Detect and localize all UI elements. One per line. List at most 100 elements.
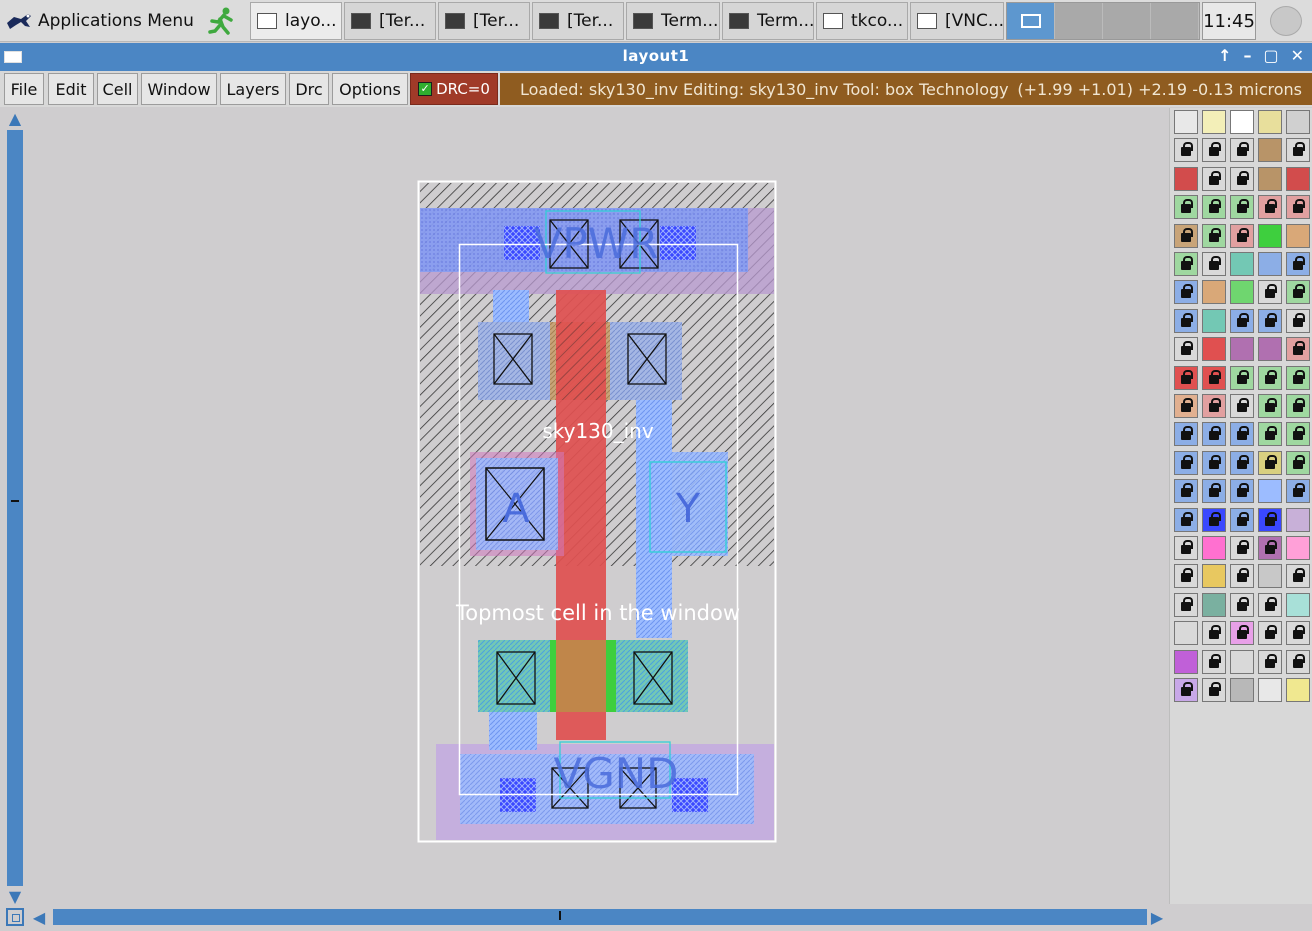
menu-edit[interactable]: Edit: [48, 73, 94, 105]
layer-swatch[interactable]: [1258, 337, 1282, 362]
workspace-1[interactable]: [1007, 3, 1055, 39]
layer-swatch[interactable]: [1258, 223, 1282, 248]
layer-swatch[interactable]: [1258, 280, 1282, 305]
layer-swatch[interactable]: [1202, 592, 1226, 617]
menu-cell[interactable]: Cell: [97, 73, 138, 105]
layer-swatch[interactable]: [1202, 422, 1226, 447]
layer-swatch[interactable]: [1286, 678, 1310, 702]
layer-swatch[interactable]: [1258, 592, 1282, 617]
layer-swatch[interactable]: [1230, 252, 1254, 276]
workspace-4[interactable]: [1151, 3, 1199, 39]
layer-swatch[interactable]: [1286, 649, 1310, 674]
layer-swatch[interactable]: [1202, 252, 1226, 276]
workspace-2[interactable]: [1055, 3, 1103, 39]
layer-swatch[interactable]: [1202, 365, 1226, 390]
layer-swatch[interactable]: [1202, 507, 1226, 532]
layer-swatch[interactable]: [1258, 507, 1282, 532]
close-icon[interactable]: ✕: [1291, 46, 1304, 65]
menu-file[interactable]: File: [4, 73, 44, 105]
menu-layers[interactable]: Layers: [220, 73, 286, 105]
layer-swatch[interactable]: [1286, 308, 1310, 333]
layer-swatch[interactable]: [1174, 507, 1198, 532]
layer-swatch[interactable]: [1286, 252, 1310, 276]
layer-swatch[interactable]: [1230, 592, 1254, 617]
scroll-left-arrow-icon[interactable]: ◀: [29, 907, 49, 927]
layer-swatch[interactable]: [1258, 649, 1282, 674]
layer-swatch[interactable]: [1202, 337, 1226, 362]
layer-swatch[interactable]: [1258, 110, 1282, 134]
window-titlebar[interactable]: layout1 ↑ – ▢ ✕: [0, 43, 1312, 71]
menu-options[interactable]: Options: [332, 73, 408, 105]
layer-swatch[interactable]: [1174, 394, 1198, 418]
layer-swatch[interactable]: [1174, 280, 1198, 305]
layer-swatch[interactable]: [1286, 479, 1310, 504]
layer-swatch[interactable]: [1286, 138, 1310, 163]
layer-swatch[interactable]: [1286, 223, 1310, 248]
layer-swatch[interactable]: [1174, 592, 1198, 617]
layer-swatch[interactable]: [1174, 195, 1198, 220]
layer-swatch[interactable]: [1174, 450, 1198, 475]
task-layout[interactable]: layo...: [250, 2, 342, 40]
horizontal-scrollbar[interactable]: ◀ ▶: [5, 906, 1170, 928]
minimize-icon[interactable]: –: [1243, 46, 1251, 65]
layer-swatch[interactable]: [1174, 564, 1198, 589]
layer-swatch[interactable]: [1286, 195, 1310, 220]
task-terminal-3[interactable]: [Ter...: [532, 2, 624, 40]
layer-swatch[interactable]: [1230, 450, 1254, 475]
layer-swatch[interactable]: [1258, 450, 1282, 475]
task-terminal-5[interactable]: Term...: [722, 2, 814, 40]
layer-swatch[interactable]: [1258, 422, 1282, 447]
task-terminal-2[interactable]: [Ter...: [438, 2, 530, 40]
layer-swatch[interactable]: [1230, 166, 1254, 191]
layer-swatch[interactable]: [1258, 138, 1282, 163]
applications-menu[interactable]: Applications Menu: [4, 4, 194, 38]
layer-swatch[interactable]: [1230, 308, 1254, 333]
layer-swatch[interactable]: [1258, 564, 1282, 589]
layer-swatch[interactable]: [1202, 394, 1226, 418]
layout-canvas[interactable]: VPWR VGND A Y sky130_inv Topmost cell in…: [28, 108, 1168, 904]
vertical-scrollbar[interactable]: ▲ ▼: [5, 108, 25, 906]
layer-swatch[interactable]: [1286, 280, 1310, 305]
layer-swatch[interactable]: [1230, 337, 1254, 362]
layer-swatch[interactable]: [1230, 223, 1254, 248]
layer-swatch[interactable]: [1174, 337, 1198, 362]
layer-swatch[interactable]: [1258, 308, 1282, 333]
layer-swatch[interactable]: [1286, 422, 1310, 447]
layer-swatch[interactable]: [1230, 394, 1254, 418]
layer-swatch[interactable]: [1286, 365, 1310, 390]
scroll-right-arrow-icon[interactable]: ▶: [1147, 907, 1167, 927]
layer-swatch[interactable]: [1258, 166, 1282, 191]
tray-icon[interactable]: [1270, 6, 1302, 36]
layer-swatch[interactable]: [1174, 308, 1198, 333]
raise-icon[interactable]: ↑: [1218, 46, 1231, 65]
layer-swatch[interactable]: [1174, 536, 1198, 560]
layer-swatch[interactable]: [1174, 252, 1198, 276]
layer-swatch[interactable]: [1230, 138, 1254, 163]
layer-swatch[interactable]: [1202, 564, 1226, 589]
layer-swatch[interactable]: [1230, 621, 1254, 646]
task-vnc[interactable]: [VNC...: [910, 2, 1004, 40]
layer-swatch[interactable]: [1230, 507, 1254, 532]
task-tkcon[interactable]: tkco...: [816, 2, 908, 40]
layer-swatch[interactable]: [1286, 337, 1310, 362]
layer-swatch[interactable]: [1174, 110, 1198, 134]
layer-swatch[interactable]: [1230, 678, 1254, 702]
layer-swatch[interactable]: [1174, 365, 1198, 390]
layer-swatch[interactable]: [1202, 195, 1226, 220]
menu-drc[interactable]: Drc: [289, 73, 329, 105]
layer-swatch[interactable]: [1202, 678, 1226, 702]
layer-swatch[interactable]: [1286, 450, 1310, 475]
layer-swatch[interactable]: [1286, 507, 1310, 532]
task-terminal-1[interactable]: [Ter...: [344, 2, 436, 40]
layer-swatch[interactable]: [1230, 422, 1254, 447]
layer-swatch[interactable]: [1286, 592, 1310, 617]
layer-swatch[interactable]: [1202, 308, 1226, 333]
layer-swatch[interactable]: [1174, 422, 1198, 447]
layer-swatch[interactable]: [1202, 479, 1226, 504]
running-man-icon[interactable]: [206, 6, 236, 36]
drc-status-button[interactable]: ✓ DRC=0: [410, 73, 498, 105]
layer-swatch[interactable]: [1230, 649, 1254, 674]
layer-swatch[interactable]: [1202, 649, 1226, 674]
layer-swatch[interactable]: [1258, 394, 1282, 418]
layer-swatch[interactable]: [1202, 166, 1226, 191]
